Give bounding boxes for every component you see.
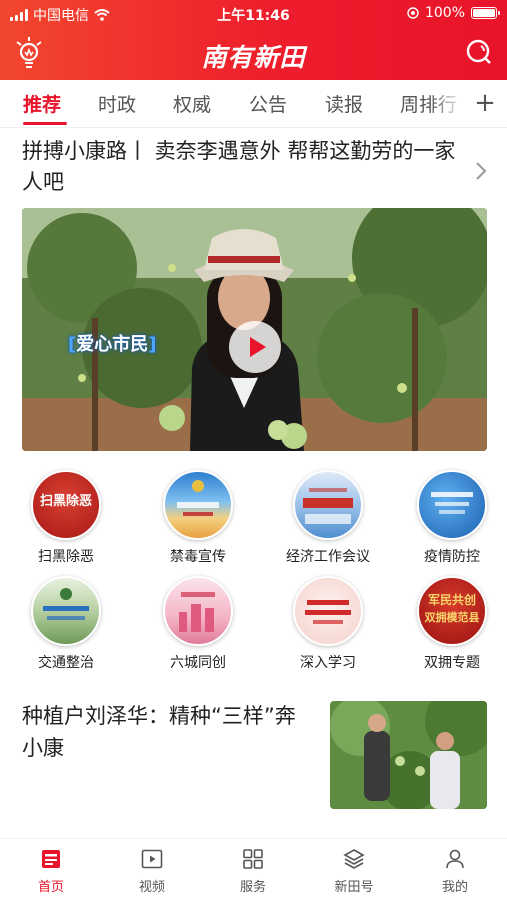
home-icon: [42, 850, 60, 868]
orientation-lock-icon: [407, 7, 419, 19]
epidemic-prevention-icon: [417, 470, 487, 540]
grid-item-six-city[interactable]: 六城同创: [143, 576, 253, 676]
video-icon: [141, 849, 163, 869]
tab-fade: [430, 80, 470, 127]
headline-title[interactable]: 拼搏小康路丨 卖奈李遇意外 帮帮这勤劳的一家人吧: [22, 136, 472, 198]
economic-conference-icon: [293, 470, 363, 540]
grid-label: 禁毒宣传: [170, 549, 226, 565]
hero-badge-text: 爱心市民: [76, 334, 149, 355]
tab-notices[interactable]: 公告: [249, 90, 287, 117]
app-title: 南有新田: [201, 43, 306, 72]
nav-video[interactable]: 视频: [112, 847, 192, 899]
grid-label: 扫黑除恶: [38, 549, 94, 565]
grid-item-epidemic-prevention[interactable]: 疫情防控: [397, 470, 507, 570]
hero-video[interactable]: [爱心市民]: [22, 208, 487, 451]
nav-label: 新田号: [334, 880, 374, 895]
user-icon: [446, 849, 464, 869]
grid-label: 六城同创: [170, 655, 226, 671]
nav-label: 首页: [37, 880, 64, 895]
layers-icon: [343, 849, 365, 869]
grid-item-traffic-control[interactable]: 交通整治: [11, 576, 121, 676]
anti-drug-icon: [163, 470, 233, 540]
channel-tabs: 推荐 时政 权威 公告 读报 周排行 +: [0, 80, 507, 128]
grid-label: 交通整治: [38, 655, 94, 671]
grid-item-deep-study[interactable]: 深入学习: [273, 576, 383, 676]
play-button[interactable]: [229, 321, 281, 373]
anti-crime-icon: 扫黑除恶: [31, 470, 101, 540]
bottom-nav: 首页 视频 服务 新田号 我的: [0, 838, 507, 900]
nav-label: 服务: [239, 880, 266, 895]
tab-authority[interactable]: 权威: [173, 90, 211, 117]
deep-study-icon: [293, 576, 363, 646]
grid-label: 深入学习: [300, 655, 356, 671]
nav-xintian-hao[interactable]: 新田号: [314, 847, 394, 899]
nav-services[interactable]: 服务: [213, 847, 293, 899]
active-tab-indicator: [23, 122, 67, 125]
article-title[interactable]: 种植户刘泽华：精种“三样”奔小康: [22, 700, 312, 764]
grid-item-economic-conference[interactable]: 经济工作会议: [273, 470, 383, 570]
chevron-right-icon[interactable]: [474, 160, 488, 182]
article-thumbnail[interactable]: [330, 701, 487, 809]
six-city-icon: [163, 576, 233, 646]
grid-label: 疫情防控: [424, 549, 480, 565]
grid-item-double-support[interactable]: 军民共创 双拥模范县 双拥专题: [397, 576, 507, 676]
search-icon[interactable]: [465, 38, 493, 66]
tab-recommend[interactable]: 推荐: [23, 90, 61, 117]
app-header: 中国电信 上午11:46 100% 南有新田: [0, 0, 507, 80]
hero-badge: [爱心市民]: [68, 334, 157, 355]
nav-profile[interactable]: 我的: [415, 847, 495, 899]
grid-item-anti-drug[interactable]: 禁毒宣传: [143, 470, 253, 570]
battery-percent: 100%: [424, 5, 465, 21]
traffic-control-icon: [31, 576, 101, 646]
title-bar: 南有新田: [0, 28, 507, 80]
double-support-icon: 军民共创 双拥模范县: [417, 576, 487, 646]
grid-icon: [243, 849, 263, 869]
nav-label: 视频: [138, 880, 165, 895]
battery-icon: [471, 7, 500, 19]
nav-label: 我的: [441, 880, 468, 895]
grid-item-anti-crime[interactable]: 扫黑除恶 扫黑除恶: [11, 470, 121, 570]
nav-home[interactable]: 首页: [11, 847, 91, 899]
add-channel-icon[interactable]: +: [470, 85, 500, 121]
tab-politics[interactable]: 时政: [98, 90, 136, 117]
grid-label: 双拥专题: [424, 655, 480, 671]
tab-newspaper[interactable]: 读报: [325, 90, 363, 117]
grid-label: 经济工作会议: [286, 549, 370, 565]
status-bar: 中国电信 上午11:46 100%: [0, 0, 507, 28]
